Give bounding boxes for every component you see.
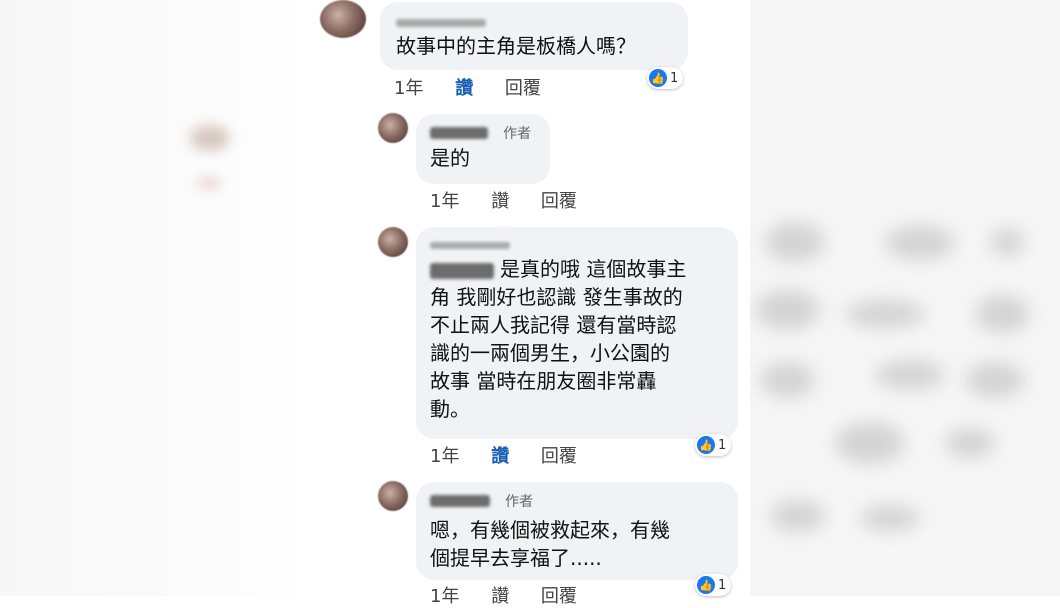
- reaction-count[interactable]: 👍 1: [695, 574, 732, 596]
- commenter-name-blurred[interactable]: [430, 126, 488, 139]
- comment-time[interactable]: 1年: [430, 586, 459, 607]
- blurred-shape: [770, 500, 825, 532]
- reaction-number: 1: [718, 437, 727, 453]
- comment-line: 嗯，有幾個被救起來，有幾: [430, 518, 670, 542]
- comment-time[interactable]: 1年: [394, 78, 423, 99]
- blurred-shape: [755, 290, 820, 330]
- commenter-name-blurred: [396, 18, 486, 27]
- comment-bubble: 是真的哦 這個故事主 角 我剛好也認識 發生事故的 不止兩人我記得 還有當時認 …: [416, 227, 738, 439]
- like-button[interactable]: 讚: [455, 78, 473, 99]
- comment-text: 故事中的主角是板橋人嗎？: [396, 34, 636, 58]
- reaction-number: 1: [718, 577, 727, 593]
- commenter-name-blurred[interactable]: [430, 494, 490, 507]
- like-button[interactable]: 讚: [491, 191, 509, 212]
- like-button[interactable]: 讚: [491, 446, 509, 467]
- comment-text: 嗯，有幾個被救起來，有幾 個提早去享福了.....: [430, 516, 724, 572]
- background-right: [745, 0, 1060, 596]
- comment-line: 是真的哦 這個故事主: [430, 255, 724, 283]
- comment-time[interactable]: 1年: [430, 446, 459, 467]
- reply-button[interactable]: 回覆: [541, 446, 577, 467]
- like-thumb-icon: 👍: [697, 576, 715, 594]
- reaction-count[interactable]: 👍 1: [695, 434, 732, 456]
- comment-line: 不止兩人我記得 還有當時認: [430, 313, 677, 337]
- commenter-header: 作者: [430, 490, 724, 512]
- avatar[interactable]: [378, 481, 408, 511]
- comment-bubble: 故事中的主角是板橋人嗎？: [380, 2, 688, 70]
- blurred-shape: [975, 295, 1030, 333]
- reaction-count[interactable]: 👍 1: [647, 67, 684, 89]
- comment-bubble: 作者 嗯，有幾個被救起來，有幾 個提早去享福了.....: [416, 482, 738, 580]
- comment-line: 角 我剛好也認識 發生事故的: [430, 285, 683, 309]
- comment-bubble: 作者 是的: [416, 114, 550, 184]
- comment-actions: 1年 讚 回覆: [394, 74, 567, 100]
- like-thumb-icon: 👍: [649, 69, 667, 87]
- blurred-shape: [845, 300, 925, 328]
- blurred-shape: [875, 360, 945, 390]
- background-left: [0, 0, 310, 596]
- blurred-shape: [835, 422, 905, 464]
- comment-line: 識的一兩個男生，小公園的: [430, 341, 670, 365]
- reply-button[interactable]: 回覆: [541, 586, 577, 607]
- avatar[interactable]: [378, 113, 408, 143]
- like-thumb-icon: 👍: [697, 436, 715, 454]
- author-badge: 作者: [503, 125, 532, 142]
- blurred-shape: [198, 178, 220, 188]
- commenter-name-blurred[interactable]: [430, 242, 510, 249]
- comment-text: 是真的哦 這個故事主 角 我剛好也認識 發生事故的 不止兩人我記得 還有當時認 …: [430, 255, 724, 423]
- author-badge: 作者: [505, 493, 534, 510]
- like-button[interactable]: 讚: [491, 586, 509, 607]
- comment-actions: 1年 讚 回覆: [430, 582, 603, 608]
- blurred-shape: [765, 222, 825, 262]
- blurred-shape: [760, 362, 815, 398]
- commenter-header: [430, 235, 724, 249]
- blurred-shape: [965, 362, 1025, 398]
- comment-time[interactable]: 1年: [430, 191, 459, 212]
- commenter-name[interactable]: [396, 12, 672, 28]
- blurred-shape: [885, 225, 955, 260]
- reply-button[interactable]: 回覆: [541, 191, 577, 212]
- avatar[interactable]: [378, 227, 408, 257]
- comment-thread: 故事中的主角是板橋人嗎？ 1年 讚 回覆 👍 1 作者 是的 1年 讚 回覆 是…: [300, 0, 750, 607]
- blurred-shape: [945, 428, 995, 458]
- comment-line: 個提早去享福了.....: [430, 546, 602, 570]
- reply-button[interactable]: 回覆: [505, 78, 541, 99]
- blurred-shape: [860, 505, 920, 531]
- commenter-header: 作者: [430, 122, 536, 142]
- comment-line: 動。: [430, 397, 470, 421]
- reaction-number: 1: [670, 70, 679, 86]
- blurred-shape: [190, 125, 230, 151]
- blurred-shape: [990, 228, 1025, 256]
- comment-actions: 1年 讚 回覆: [430, 187, 603, 213]
- comment-actions: 1年 讚 回覆: [430, 442, 603, 468]
- comment-line: 故事 當時在朋友圈非常轟: [430, 369, 657, 393]
- mentioned-name-blurred[interactable]: [430, 262, 494, 279]
- avatar[interactable]: [320, 0, 366, 38]
- comment-text: 是的: [430, 146, 470, 170]
